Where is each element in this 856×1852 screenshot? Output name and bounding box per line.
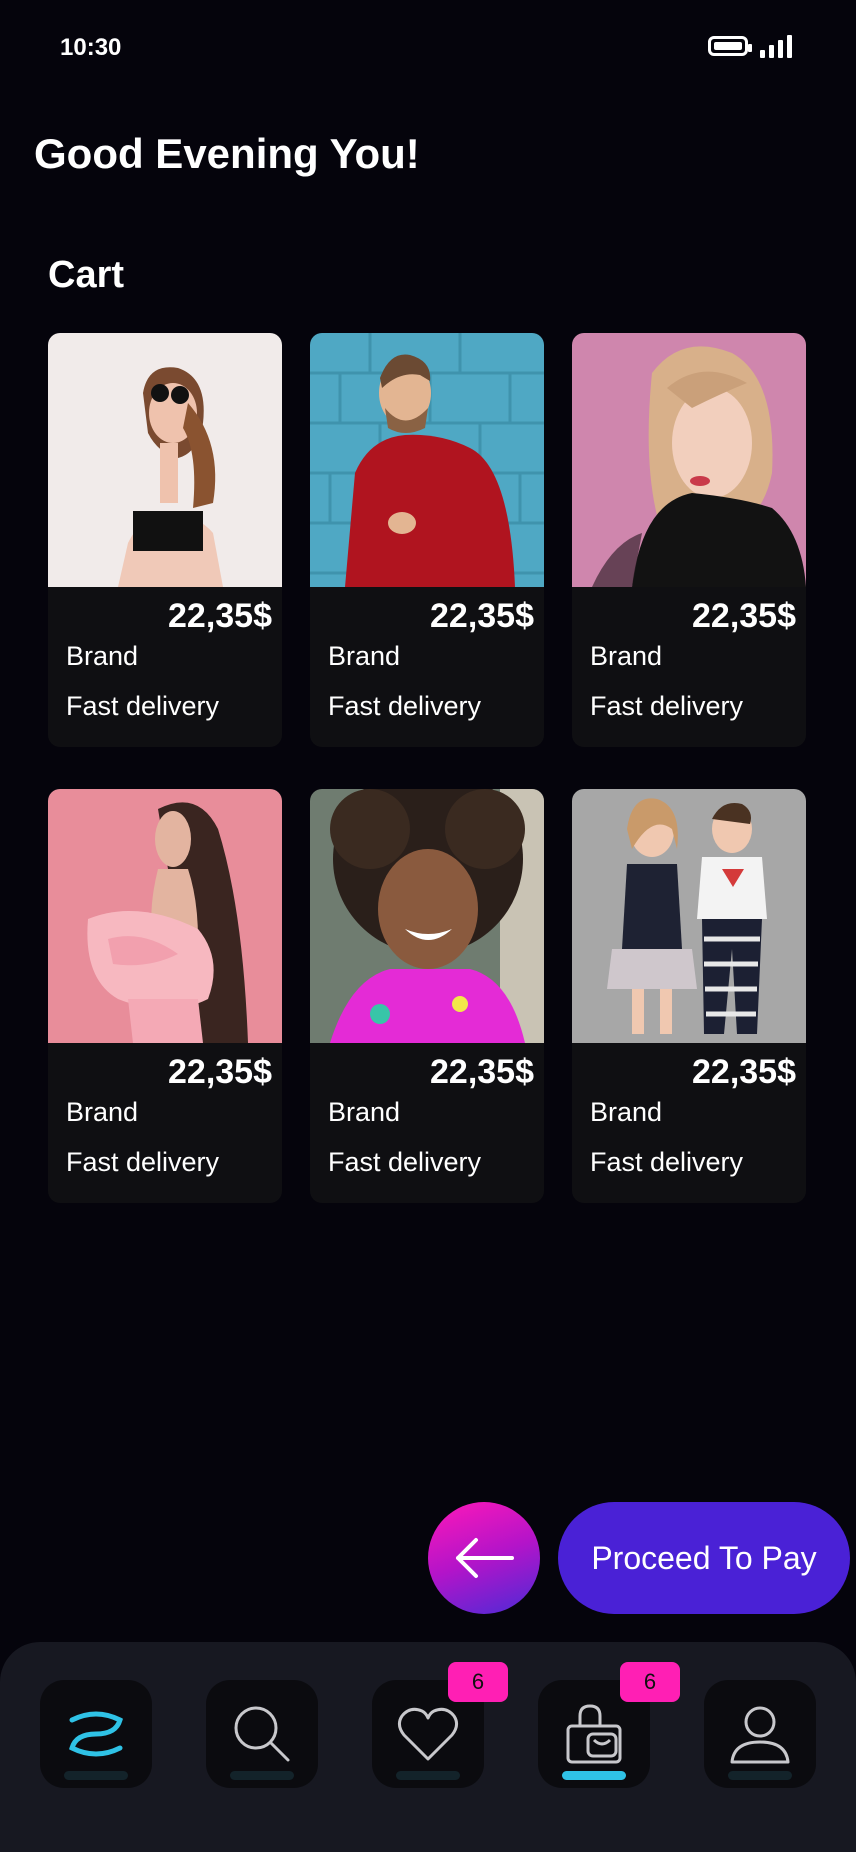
item-delivery: Fast delivery — [590, 691, 744, 721]
item-delivery: Fast delivery — [66, 1147, 220, 1177]
greeting-heading: Good Evening You! — [34, 130, 420, 177]
nav-item-search[interactable] — [206, 1680, 318, 1788]
cart-item-card[interactable]: 22,35$ Brand Fast delivery — [572, 333, 806, 747]
nav-indicator — [64, 1771, 128, 1780]
item-price: 22,35$ — [430, 1053, 534, 1091]
item-price: 22,35$ — [692, 1053, 796, 1091]
nav-indicator — [728, 1771, 792, 1780]
nav-indicator-active — [562, 1771, 626, 1780]
item-brand: Brand — [66, 1097, 139, 1127]
battery-icon — [708, 36, 752, 56]
nav-indicator — [396, 1771, 460, 1780]
item-brand: Brand — [328, 641, 401, 671]
cart-item-card[interactable]: 22,35$ Brand Fast delivery — [572, 789, 806, 1203]
item-delivery: Fast delivery — [66, 691, 220, 721]
item-delivery: Fast delivery — [328, 691, 482, 721]
item-brand: Brand — [590, 641, 663, 671]
cart-badge: 6 — [620, 1662, 680, 1702]
bottom-nav: 6 6 — [0, 1642, 856, 1852]
logo-icon — [69, 1711, 123, 1757]
cart-item-card[interactable]: 22,35$ Brand Fast delivery — [48, 333, 282, 747]
item-brand: Brand — [328, 1097, 401, 1127]
heart-icon — [397, 1707, 459, 1761]
man-red-sweater-photo — [310, 333, 544, 587]
cart-title: Cart — [48, 254, 125, 296]
woman-pink-dress-photo — [48, 789, 282, 1043]
arrow-left-icon — [456, 1538, 514, 1578]
kids-outfits-photo — [572, 789, 806, 1043]
item-brand: Brand — [66, 641, 139, 671]
item-price: 22,35$ — [168, 1053, 272, 1091]
user-icon — [730, 1706, 790, 1764]
item-brand: Brand — [590, 1097, 663, 1127]
shopping-bag-icon — [566, 1704, 622, 1764]
status-time: 10:30 — [60, 34, 122, 61]
item-delivery: Fast delivery — [328, 1147, 482, 1177]
status-bar: 10:30 — [0, 0, 856, 96]
item-delivery: Fast delivery — [590, 1147, 744, 1177]
nav-item-home[interactable] — [40, 1680, 152, 1788]
back-button[interactable] — [428, 1502, 540, 1614]
status-icons — [708, 34, 792, 58]
cart-item-card[interactable]: 22,35$ Brand Fast delivery — [310, 333, 544, 747]
nav-item-profile[interactable] — [704, 1680, 816, 1788]
nav-indicator — [230, 1771, 294, 1780]
cart-item-card[interactable]: 22,35$ Brand Fast delivery — [48, 789, 282, 1203]
woman-black-scarf-photo — [572, 333, 806, 587]
search-icon — [234, 1706, 290, 1762]
signal-icon — [760, 34, 792, 58]
item-price: 22,35$ — [168, 597, 272, 635]
cart-item-card[interactable]: 22,35$ Brand Fast delivery — [310, 789, 544, 1203]
favorites-badge: 6 — [448, 1662, 508, 1702]
cart-grid: 22,35$ Brand Fast delivery 22,35$ Brand … — [48, 333, 808, 1203]
woman-sunglasses-photo — [48, 333, 282, 587]
item-price: 22,35$ — [430, 597, 534, 635]
girl-pink-top-photo — [310, 789, 544, 1043]
item-price: 22,35$ — [692, 597, 796, 635]
proceed-to-pay-button[interactable]: Proceed To Pay — [558, 1502, 850, 1614]
